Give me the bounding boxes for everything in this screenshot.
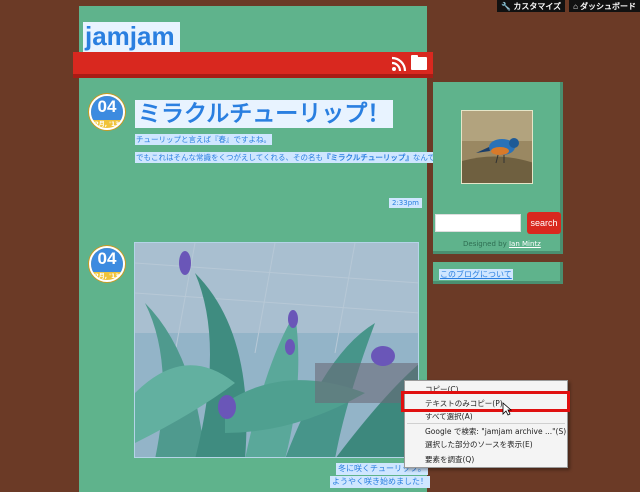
post-time[interactable]: 2:33pm [389,198,422,208]
date-badge: 04 2月, '13 [89,94,125,130]
date-badge-month: 2月, '13 [94,121,120,128]
nav-bar [73,52,433,78]
post-text-line-1: チューリップと言えば『春』ですよね。 [135,134,272,145]
bird-photo[interactable] [461,110,533,184]
designed-by-label: Designed by [463,240,507,248]
home-icon: ⌂ [573,1,578,11]
context-item-select-all[interactable]: すべて選択(A) [425,411,473,422]
tulip-photo[interactable] [134,242,419,458]
customize-button[interactable]: 🔧 カスタマイズ [497,0,566,12]
search-input[interactable] [435,214,521,232]
date-badge-2: 04 2月, '13 [89,246,125,282]
highlight-box [401,391,570,412]
mouse-cursor-icon [502,402,512,416]
date-badge-2-month: 2月, '13 [94,273,120,280]
site-title[interactable]: jamjam [83,22,180,52]
photo-caption-2: ようやく咲き始めました！ [330,476,430,488]
sidebar-profile-widget: search Designed by Ian Mintz [433,82,563,254]
post-title[interactable]: ミラクルチューリップ！ [135,100,394,128]
context-item-inspect[interactable]: 要素を調査(Q) [425,454,474,465]
post-text-line-2-pre: でもこれはそんな常識をくつがえしてくれる、その名も [136,153,324,162]
customize-label: カスタマイズ [513,1,562,11]
about-link[interactable]: このブログについて [439,269,513,280]
designer-link[interactable]: Ian Mintz [509,240,541,248]
date-badge-day: 04 [91,96,123,120]
wrench-icon: 🔧 [501,1,512,11]
bird-photo-image [462,111,532,183]
folder-icon[interactable] [411,55,427,70]
sidebar-about-widget: このブログについて [433,262,563,284]
designed-by: Designed by Ian Mintz [463,240,541,248]
context-separator [407,423,565,424]
dashboard-label: ダッシュボード [580,1,636,11]
search-button[interactable]: search [527,212,561,234]
post-text-line-2: でもこれはそんな常識をくつがえしてくれる、その名も『ミラクルチューリップ』なんで… [135,152,451,163]
rss-icon[interactable] [391,56,407,72]
admin-bar: 🔧 カスタマイズ ⌂ ダッシュボード [497,0,640,14]
tulip-photo-image [135,243,418,457]
date-badge-2-day: 04 [91,248,123,272]
dashboard-button[interactable]: ⌂ ダッシュボード [569,0,640,12]
post-text-line-2-bold: 『ミラクルチューリップ』 [323,153,413,162]
context-item-google-search[interactable]: Google で検索: "jamjam archive ..."(S) [425,426,566,437]
context-item-view-source[interactable]: 選択した部分のソースを表示(E) [425,439,533,450]
